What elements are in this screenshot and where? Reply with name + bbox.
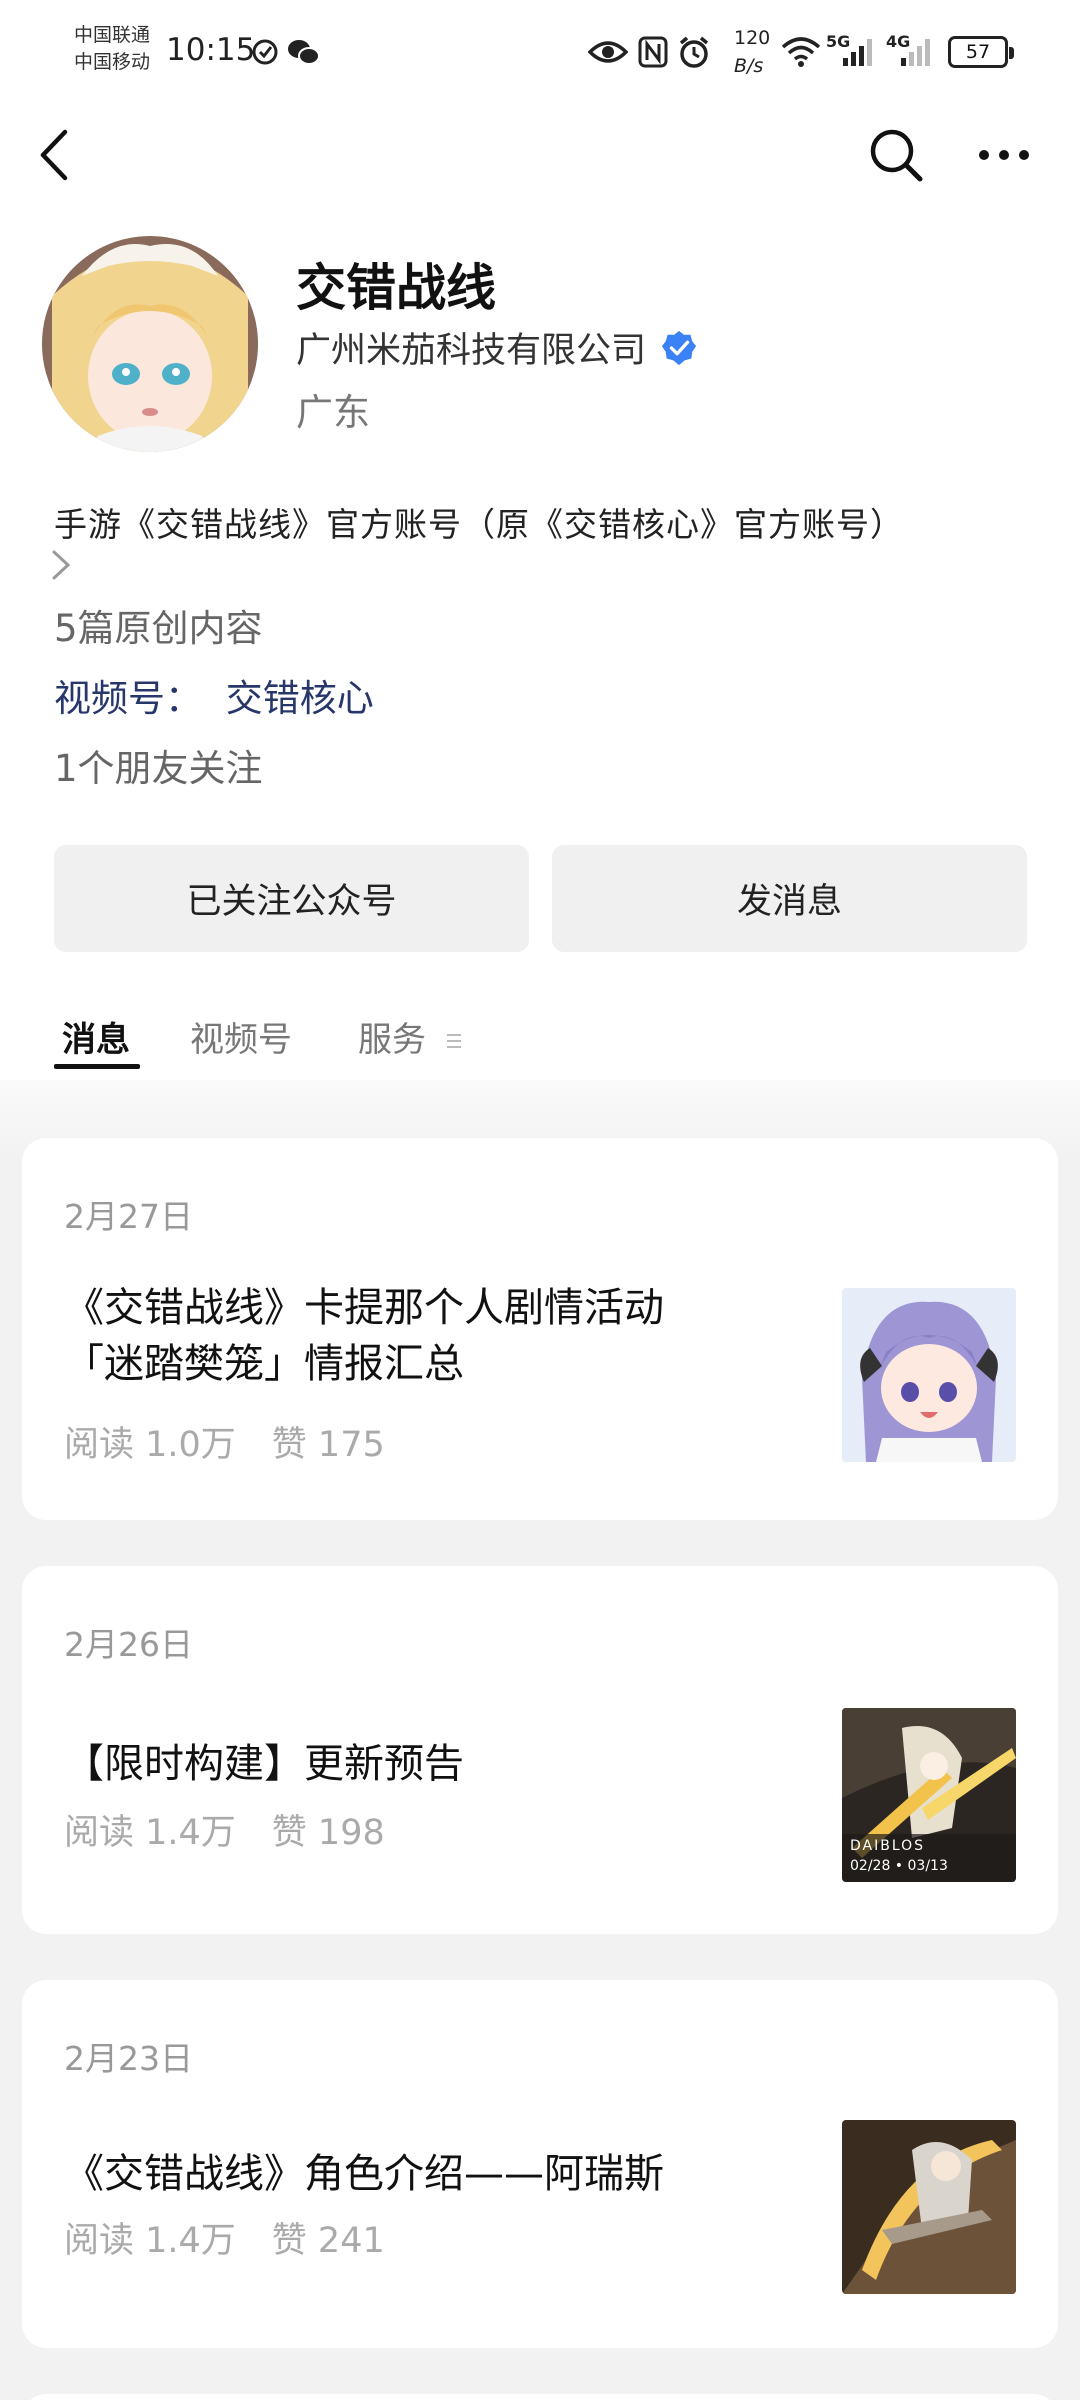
article-thumbnail[interactable]	[842, 2120, 1016, 2294]
top-navigation-bar	[0, 104, 1080, 204]
battery-level: 57	[965, 41, 991, 63]
article-card[interactable]: 2月27日 《交错战线》卡提那个人剧情活动 「迷踏樊笼」情报汇总 阅读 1.0万…	[22, 1138, 1058, 1520]
video-channel-name: 交错核心	[225, 677, 374, 720]
friends-following[interactable]: 1个朋友关注	[54, 738, 263, 792]
article-title-line: 《交错战线》角色介绍——阿瑞斯	[64, 2151, 664, 2197]
article-reads: 阅读 1.0万	[64, 1425, 236, 1465]
character-art-image	[842, 2120, 1016, 2294]
account-avatar[interactable]	[42, 236, 258, 452]
nfc-icon	[636, 30, 670, 74]
send-message-button[interactable]: 发消息	[552, 845, 1027, 952]
article-stats: 阅读 1.0万赞 175	[64, 1416, 385, 1467]
article-reads: 阅读 1.4万	[64, 1813, 236, 1853]
tab-services[interactable]: 服务	[358, 1012, 463, 1061]
search-icon	[870, 129, 923, 182]
article-card[interactable]: 2月23日 《交错战线》角色介绍——阿瑞斯 阅读 1.4万赞 241	[22, 1980, 1058, 2348]
account-region: 广东	[296, 391, 370, 434]
article-date: 2月23日	[64, 2039, 193, 2078]
chibi-character-image	[842, 1288, 1016, 1462]
thumbnail-caption-dates: 02/28 • 03/13	[850, 1858, 948, 1874]
article-date: 2月27日	[64, 1197, 193, 1236]
article-card-partial[interactable]	[22, 2394, 1058, 2400]
article-thumbnail[interactable]: DAIBLOS 02/28 • 03/13	[842, 1708, 1016, 1882]
tab-video-channel[interactable]: 视频号	[190, 1012, 292, 1061]
active-tab-indicator	[54, 1064, 140, 1069]
battery-icon: 57	[948, 36, 1014, 68]
signal-1-icon	[840, 30, 880, 74]
article-title-line: 【限时构建】更新预告	[64, 1741, 464, 1787]
article-title[interactable]: 《交错战线》角色介绍——阿瑞斯	[64, 2146, 804, 2202]
status-bar: 中国联通 中国移动 10:15 120 B/s 5G 4G 57	[0, 0, 1080, 104]
article-date: 2月26日	[64, 1625, 193, 1664]
status-clock: 10:15	[166, 32, 256, 68]
article-reads: 阅读 1.4万	[64, 2221, 236, 2261]
signal-2-icon	[898, 30, 938, 74]
banner-character-image	[842, 1708, 1016, 1882]
wifi-icon	[780, 30, 822, 74]
thumbnail-caption-title: DAIBLOS	[850, 1838, 926, 1854]
more-options-button[interactable]	[964, 118, 1044, 192]
carrier-1: 中国联通	[74, 24, 151, 46]
article-likes: 赞 198	[271, 1813, 385, 1853]
article-card[interactable]: 2月26日 【限时构建】更新预告 阅读 1.4万赞 198 DAIBLOS 02…	[22, 1566, 1058, 1934]
article-thumbnail[interactable]	[842, 1288, 1016, 1462]
eye-comfort-icon	[588, 30, 628, 74]
carrier-2: 中国移动	[74, 51, 151, 73]
menu-lines-icon	[446, 1034, 461, 1048]
tab-services-label: 服务	[358, 1020, 426, 1060]
video-channel-link[interactable]: 视频号： 交错核心	[54, 668, 374, 722]
data-saver-icon	[250, 30, 280, 74]
article-likes: 赞 175	[271, 1425, 385, 1465]
verified-badge-icon	[661, 330, 697, 365]
company-row[interactable]: 广州米茄科技有限公司	[296, 322, 698, 373]
back-button[interactable]	[14, 118, 94, 192]
wechat-icon	[286, 30, 320, 74]
carrier-names: 中国联通 中国移动	[74, 22, 164, 76]
description-expand-button[interactable]	[50, 548, 72, 586]
account-profile-screen: 中国联通 中国移动 10:15 120 B/s 5G 4G 57 交错战线 广州…	[0, 0, 1080, 2400]
avatar-illustration	[42, 236, 258, 452]
tab-messages[interactable]: 消息	[62, 1012, 130, 1061]
article-likes: 赞 241	[271, 2221, 385, 2261]
article-title-line: 《交错战线》卡提那个人剧情活动	[64, 1285, 664, 1331]
article-title[interactable]: 《交错战线》卡提那个人剧情活动 「迷踏樊笼」情报汇总	[64, 1280, 804, 1392]
alarm-icon	[676, 30, 712, 74]
article-title[interactable]: 【限时构建】更新预告	[64, 1736, 804, 1792]
company-name: 广州米茄科技有限公司	[296, 331, 647, 371]
chevron-left-icon	[40, 129, 68, 181]
article-stats: 阅读 1.4万赞 198	[64, 1804, 385, 1855]
more-dots-icon	[979, 150, 1029, 160]
original-content-count[interactable]: 5篇原创内容	[54, 598, 263, 652]
chevron-right-icon	[52, 550, 71, 580]
net-speed-unit: B/s	[734, 55, 764, 77]
article-title-line: 「迷踏樊笼」情报汇总	[64, 1341, 464, 1387]
net-speed-value: 120	[734, 27, 771, 49]
followed-account-button[interactable]: 已关注公众号	[54, 845, 529, 952]
article-stats: 阅读 1.4万赞 241	[64, 2212, 385, 2263]
search-button[interactable]	[856, 118, 936, 192]
content-tabs: 消息 视频号 服务	[0, 1000, 1080, 1080]
video-channel-label: 视频号：	[54, 677, 202, 720]
account-description[interactable]: 手游《交错战线》官方账号（原《交错核心》官方账号）	[54, 498, 1044, 546]
account-name: 交错战线	[296, 259, 496, 317]
